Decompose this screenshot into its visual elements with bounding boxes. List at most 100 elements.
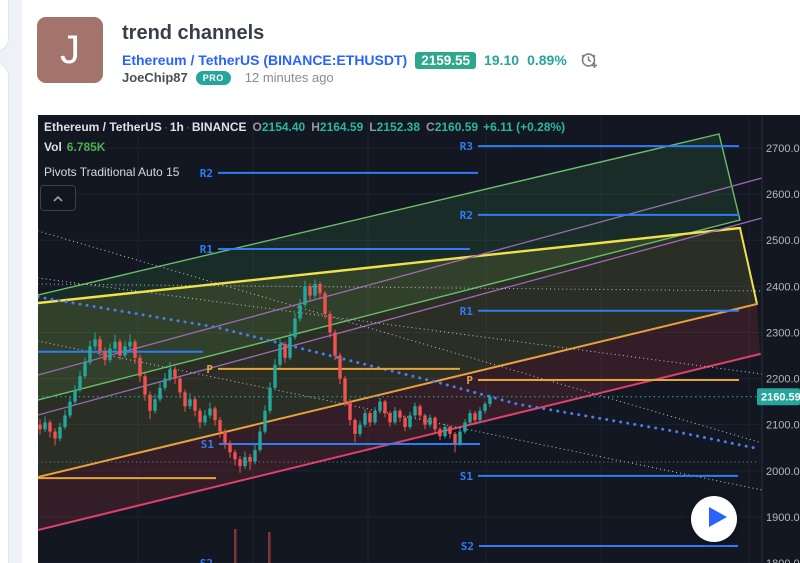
candle xyxy=(188,399,191,406)
candle xyxy=(418,406,421,415)
candle xyxy=(173,369,176,378)
symbol-name: Ethereum / TetherUS xyxy=(122,52,259,68)
pivot-label: R1 xyxy=(460,305,474,318)
candle xyxy=(103,351,106,360)
candle xyxy=(438,429,441,436)
candle xyxy=(363,413,366,425)
candle xyxy=(378,402,381,411)
candle xyxy=(358,425,361,434)
candle xyxy=(423,415,426,424)
candle xyxy=(263,411,266,432)
pivot-label: S2 xyxy=(200,557,213,563)
candle xyxy=(338,355,341,378)
candle xyxy=(383,402,386,414)
candle xyxy=(63,415,66,427)
candle xyxy=(353,420,356,434)
candle xyxy=(43,422,46,429)
candle xyxy=(298,305,301,319)
candle xyxy=(203,415,206,422)
avatar[interactable]: J xyxy=(37,17,103,83)
axis-tick-label: 2100.00 xyxy=(766,420,800,432)
candle xyxy=(113,342,116,349)
pro-badge: PRO xyxy=(196,71,231,85)
candle xyxy=(228,443,231,452)
author-row: JoeChip87 PRO 12 minutes ago xyxy=(122,70,334,85)
symbol-code: (BINANCE:ETHUSDT) xyxy=(263,52,407,68)
candle xyxy=(313,284,316,296)
candle xyxy=(98,339,101,351)
candle xyxy=(393,411,396,423)
author-name[interactable]: JoeChip87 xyxy=(122,70,188,85)
axis-tick-label: 2400.00 xyxy=(766,281,800,293)
change-absolute: 19.10 xyxy=(484,52,519,68)
candle xyxy=(333,332,336,355)
candle xyxy=(133,342,136,358)
adjacent-card-top xyxy=(0,0,9,52)
candle xyxy=(448,427,451,434)
pivot-label: R1 xyxy=(200,243,214,256)
pivot-label: P xyxy=(206,363,213,376)
candle xyxy=(153,399,156,411)
candle xyxy=(483,404,486,411)
axis-tick-label: 2300.00 xyxy=(766,327,800,339)
pivot-label: P xyxy=(466,374,473,387)
candle xyxy=(253,450,256,462)
play-button[interactable] xyxy=(691,496,737,542)
candle xyxy=(123,346,126,355)
axis-tick-label: 2600.00 xyxy=(766,189,800,201)
candle xyxy=(288,337,291,358)
candle xyxy=(258,432,261,450)
candle xyxy=(108,349,111,361)
collapse-indicators-button[interactable] xyxy=(40,185,76,211)
candle xyxy=(78,376,81,390)
chart-panel[interactable]: R2R1PS1S2R3R2R1PS1S22700.002600.002500.0… xyxy=(38,115,800,563)
candle xyxy=(243,457,246,466)
candle xyxy=(408,415,411,427)
candle xyxy=(158,388,161,400)
candle xyxy=(488,397,491,404)
avatar-letter: J xyxy=(60,28,80,73)
candle xyxy=(58,427,61,439)
candle xyxy=(213,409,216,421)
axis-tick-label: 1800.00 xyxy=(766,558,800,563)
candle xyxy=(178,379,181,393)
candle xyxy=(283,344,286,358)
pivot-label: S1 xyxy=(201,438,215,451)
candle xyxy=(468,413,471,422)
add-alert-icon[interactable] xyxy=(579,49,601,71)
pivot-label: R3 xyxy=(460,140,473,153)
candle xyxy=(388,413,391,422)
pivot-label: S2 xyxy=(461,540,474,553)
candle xyxy=(93,339,96,346)
price-badge: 2159.55 xyxy=(415,52,476,69)
candle xyxy=(403,418,406,427)
candle xyxy=(343,379,346,402)
chart-canvas[interactable]: R2R1PS1S2R3R2R1PS1S22700.002600.002500.0… xyxy=(38,115,800,563)
candle xyxy=(193,399,196,411)
candle xyxy=(348,402,351,420)
candle xyxy=(308,286,311,295)
symbol-link[interactable]: Ethereum / TetherUS (BINANCE:ETHUSDT) xyxy=(122,52,407,68)
candle xyxy=(368,413,371,422)
candle xyxy=(373,411,376,423)
symbol-row: Ethereum / TetherUS (BINANCE:ETHUSDT) 21… xyxy=(122,49,601,71)
candle xyxy=(318,284,321,293)
idea-title[interactable]: trend channels xyxy=(122,22,264,45)
current-price-text: 2160.59 xyxy=(761,392,800,404)
chevron-up-icon xyxy=(53,189,63,207)
feed-page: J trend channels Ethereum / TetherUS (BI… xyxy=(0,0,800,563)
candle xyxy=(83,362,86,376)
axis-tick-label: 1900.00 xyxy=(766,512,800,524)
candle xyxy=(443,427,446,436)
candle xyxy=(233,452,236,459)
candle xyxy=(248,457,251,462)
time-ago: 12 minutes ago xyxy=(245,70,334,85)
candle xyxy=(238,459,241,466)
play-icon xyxy=(691,494,737,545)
candle xyxy=(463,422,466,431)
candle xyxy=(68,402,71,416)
candle xyxy=(328,314,331,332)
price-axis: 2700.002600.002500.002400.002300.002200.… xyxy=(757,115,800,563)
candle xyxy=(268,388,271,411)
candle xyxy=(323,293,326,314)
